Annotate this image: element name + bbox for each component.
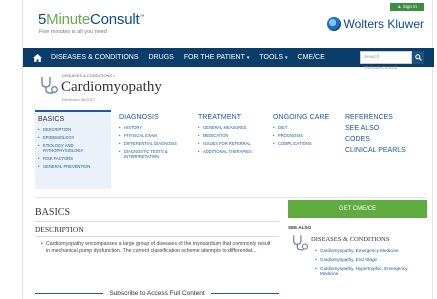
menu-link-etiology[interactable]: ETIOLOGY AND PATHOPHYSIOLOGY: [38, 143, 108, 153]
section-title: BASICS: [35, 207, 71, 218]
subscribe-line-right: [210, 292, 280, 294]
menu-diagnosis-list: HISTORY PHYSICAL EXAM DIFFERENTIAL DIAGN…: [119, 125, 189, 159]
menu-treatment-list: GENERAL MEASURES MEDICATION ISSUES FOR R…: [198, 125, 264, 154]
menu-link-codes[interactable]: CODES: [345, 136, 425, 144]
menu-link-epidemiology[interactable]: EPIDEMIOLOGY: [38, 135, 108, 140]
content-frame: 5MinuteConsult™ Five minutes is all you …: [22, 0, 434, 299]
menu-link-risk-factors[interactable]: RISK FACTORS: [38, 156, 108, 161]
logo-consult: Consult: [89, 11, 140, 28]
section-rule: [35, 221, 279, 222]
nav-drugs-label: DRUGS: [148, 54, 174, 61]
description-rule: [35, 236, 279, 237]
menu-diagnosis-heading[interactable]: DIAGNOSIS: [119, 114, 189, 121]
nav-for-the-patient[interactable]: FOR THE PATIENT ▾: [184, 54, 250, 61]
menu-ongoing-care-heading[interactable]: ONGOING CARE: [273, 114, 343, 121]
wolters-kluwer-text: Wolters Kluwer: [343, 17, 424, 31]
nav-cme-ce[interactable]: CME/CE: [298, 54, 325, 61]
logo-minute: Minute: [46, 11, 90, 28]
search-icon: [414, 54, 422, 61]
see-also-label: SEE ALSO: [288, 225, 312, 230]
subscribe-text[interactable]: Subscribe to Access Full Content: [109, 290, 204, 297]
menu-basics: BASICS DESCRIPTION EPIDEMIOLOGY ETIOLOGY…: [35, 110, 111, 189]
menu-references: REFERENCES SEE ALSO CODES CLINICAL PEARL…: [345, 114, 425, 158]
menu-treatment: TREATMENT GENERAL MEASURES MEDICATION IS…: [198, 114, 264, 157]
menu-link-additional-therapies[interactable]: ADDITIONAL THERAPIES: [198, 149, 264, 154]
stethoscope-icon: [293, 235, 309, 251]
main-nav: DISEASES & CONDITIONS DRUGS FOR THE PATI…: [23, 48, 434, 71]
breadcrumb[interactable]: DISEASES & CONDITIONS >: [62, 73, 115, 78]
menu-link-medication[interactable]: MEDICATION: [198, 133, 264, 138]
see-also-link[interactable]: Cardiomyopathy, Hypertrophic, Emergency …: [315, 266, 427, 278]
sign-in-button[interactable]: ▲ Sign In: [390, 3, 424, 11]
page-title: Cardiomyopathy: [61, 79, 162, 95]
menu-link-issues-for-referral[interactable]: ISSUES FOR REFERRAL: [198, 141, 264, 146]
nav-diseases-conditions[interactable]: DISEASES & CONDITIONS: [51, 54, 139, 61]
site-header: 5MinuteConsult™ Five minutes is all you …: [23, 0, 434, 50]
menu-link-diet[interactable]: DIET: [273, 125, 343, 130]
page: 5MinuteConsult™ Five minutes is all you …: [0, 0, 437, 299]
see-also-list: Cardiomyopathy, Emergency Medicine Cardi…: [315, 248, 427, 280]
description-heading: DESCRIPTION: [35, 225, 84, 234]
menu-link-clinical-pearls[interactable]: CLINICAL PEARLS: [345, 147, 425, 155]
menu-link-description[interactable]: DESCRIPTION: [38, 127, 108, 132]
menu-link-general-prevention[interactable]: GENERAL PREVENTION: [38, 164, 108, 169]
reviewed-date: Reviewed 06/2017: [62, 97, 96, 102]
menu-ongoing-care-list: DIET PROGNOSIS COMPLICATIONS: [273, 125, 343, 146]
menu-ongoing-care: ONGOING CARE DIET PROGNOSIS COMPLICATION…: [273, 114, 343, 149]
search-button[interactable]: [412, 51, 424, 64]
see-also-category-title: DISEASES & CONDITIONS: [311, 236, 390, 243]
menu-link-references[interactable]: REFERENCES: [345, 114, 425, 122]
search-input[interactable]: Search 5MinuteConsult: [360, 51, 412, 71]
wolters-kluwer-logo[interactable]: Wolters Kluwer: [326, 17, 424, 31]
tagline: Five minutes is all you need: [39, 29, 107, 35]
menu-basics-list: DESCRIPTION EPIDEMIOLOGY ETIOLOGY AND PA…: [38, 127, 108, 169]
see-also-link[interactable]: Cardiomyopathy, Emergency Medicine: [315, 248, 427, 254]
section-divider: [35, 197, 427, 198]
menu-link-general-measures[interactable]: GENERAL MEASURES: [198, 125, 264, 130]
wolters-kluwer-icon: [326, 17, 341, 31]
menu-link-see-also[interactable]: SEE ALSO: [345, 125, 425, 133]
menu-link-prognosis[interactable]: PROGNOSIS: [273, 133, 343, 138]
nav-for-the-patient-label: FOR THE PATIENT: [183, 54, 245, 61]
logo-tm: ™: [139, 14, 145, 20]
menu-diagnosis: DIAGNOSIS HISTORY PHYSICAL EXAM DIFFEREN…: [119, 114, 189, 162]
menu-link-history[interactable]: HISTORY: [119, 125, 189, 130]
get-cme-button[interactable]: GET CME/CE: [288, 200, 427, 218]
home-icon: [32, 53, 42, 62]
menu-link-diagnostic-tests[interactable]: DIAGNOSTIC TESTS & INTERPRETATION: [119, 149, 189, 159]
menu-link-complications[interactable]: COMPLICATIONS: [273, 141, 343, 146]
stethoscope-icon: [41, 77, 58, 94]
see-also-link[interactable]: Cardiomyopathy, End Stage: [315, 257, 427, 263]
menu-basics-heading[interactable]: BASICS: [38, 116, 108, 123]
home-button[interactable]: [23, 53, 51, 62]
chevron-down-icon: ▾: [285, 55, 288, 61]
nav-diseases-conditions-label: DISEASES & CONDITIONS: [51, 54, 139, 61]
menu-treatment-heading[interactable]: TREATMENT: [198, 114, 264, 121]
logo-5: 5: [38, 11, 47, 28]
subscribe-line-left: [35, 292, 104, 294]
5minuteconsult-logo[interactable]: 5MinuteConsult™: [38, 11, 144, 28]
subscribe-banner[interactable]: Subscribe to Access Full Content: [35, 288, 280, 298]
menu-link-physical-exam[interactable]: PHYSICAL EXAM: [119, 133, 189, 138]
nav-tools[interactable]: TOOLS ▾: [259, 54, 287, 61]
menu-link-differential-diagnosis[interactable]: DIFFERENTIAL DIAGNOSIS: [119, 141, 189, 146]
nav-drugs[interactable]: DRUGS: [149, 54, 174, 61]
nav-cme-ce-label: CME/CE: [297, 54, 325, 61]
nav-tools-label: TOOLS: [259, 54, 283, 61]
chevron-down-icon: ▾: [246, 55, 250, 61]
description-text: Cardiomyopathy encompasses a large group…: [41, 241, 273, 255]
topic-menu: BASICS DESCRIPTION EPIDEMIOLOGY ETIOLOGY…: [35, 110, 427, 194]
